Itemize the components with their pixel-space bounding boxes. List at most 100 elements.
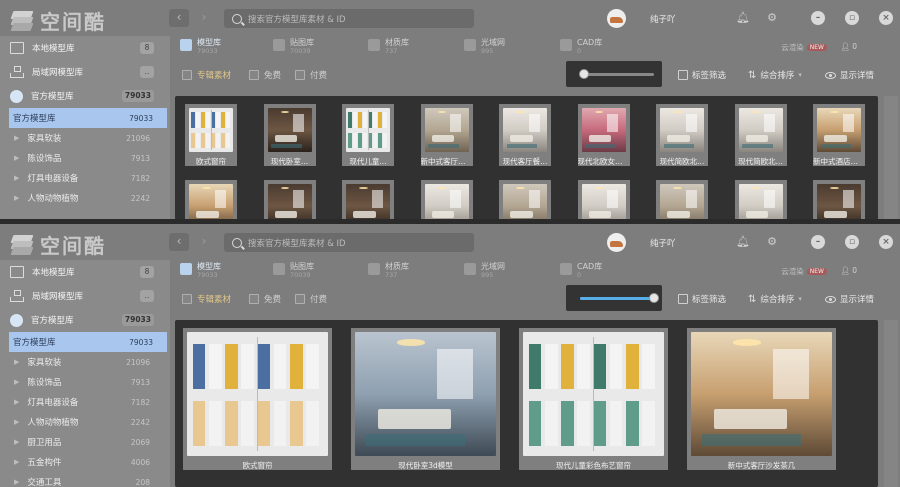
filter-album[interactable]: 专辑素材 — [182, 69, 231, 81]
cloud-render-button[interactable]: 云渲染 NEW — [781, 42, 827, 53]
gear-icon[interactable]: ⚙ — [766, 12, 778, 24]
model-card[interactable]: 现代儿童彩色布艺窗帘 — [519, 328, 668, 470]
tab-textures[interactable]: 贴图库 70039 — [273, 38, 314, 55]
sidebar-item-lan[interactable]: 局域网模型库 .. — [0, 60, 170, 84]
minimize-icon[interactable]: – — [811, 11, 825, 25]
model-card[interactable]: 现代卧室... — [263, 104, 316, 166]
forward-button[interactable]: › — [194, 9, 214, 27]
sidebar-item-category[interactable]: ▶ 交通工具 208 — [0, 472, 170, 487]
thumbnail-size-slider[interactable] — [566, 285, 662, 311]
sidebar-item-category[interactable]: ▶ 陈设饰品 7913 — [0, 372, 170, 392]
sidebar-item-official-all[interactable]: 官方模型库 79033 — [9, 108, 167, 128]
filter-album[interactable]: 专辑素材 — [182, 293, 231, 305]
show-details-toggle[interactable]: 显示详情 — [825, 69, 874, 81]
model-card[interactable]: 现代客厅餐... — [499, 104, 551, 166]
search-box[interactable]: 搜索官方模型库素材 & ID — [224, 233, 474, 252]
model-card[interactable]: 现代简欧北... — [734, 104, 787, 166]
scrollbar[interactable] — [884, 320, 898, 487]
maximize-icon[interactable]: ▫ — [845, 11, 859, 25]
sidebar-item-category[interactable]: ▶ 人物动物植物 2242 — [0, 188, 170, 208]
show-details-toggle[interactable]: 显示详情 — [825, 293, 874, 305]
model-card[interactable] — [342, 180, 394, 220]
avatar[interactable] — [607, 233, 626, 252]
model-card[interactable]: 现代北欧女儿... — [577, 104, 630, 166]
sidebar-item-local[interactable]: 本地模型库 8 — [0, 260, 170, 284]
sidebar-item-lan[interactable]: 局域网模型库 .. — [0, 284, 170, 308]
sidebar-item-category[interactable]: ▶ 家具软装 21096 — [0, 352, 170, 372]
sidebar-item-category[interactable]: ▶ 五金构件 4006 — [0, 452, 170, 472]
tab-materials[interactable]: 材质库 737 — [368, 38, 409, 55]
sidebar-item-category[interactable]: ▶ 灯具电器设备 7182 — [0, 168, 170, 188]
model-card[interactable]: 现代儿童... — [342, 104, 394, 166]
tab-cad[interactable]: CAD库 0 — [560, 262, 602, 279]
model-card[interactable] — [263, 180, 316, 220]
back-button[interactable]: ‹ — [169, 9, 189, 27]
tag-filter-button[interactable]: 标签筛选 — [678, 293, 726, 305]
checkbox[interactable] — [249, 70, 259, 80]
model-card[interactable] — [499, 180, 551, 220]
user-count[interactable]: 👤︎ 0 — [840, 266, 857, 275]
model-card[interactable]: 现代卧室3d模型 — [351, 328, 500, 470]
back-button[interactable]: ‹ — [169, 233, 189, 251]
slider-handle[interactable] — [578, 69, 589, 79]
scrollbar[interactable] — [884, 96, 898, 220]
username[interactable]: 纯子吖 — [650, 13, 676, 25]
checkbox[interactable] — [182, 70, 192, 80]
model-card[interactable]: 现代简欧北... — [656, 104, 708, 166]
tab-materials[interactable]: 材质库 737 — [368, 262, 409, 279]
cloud-render-button[interactable]: 云渲染 NEW — [781, 266, 827, 277]
model-card[interactable]: 新中式客厅沙... — [420, 104, 473, 166]
thumbnail-size-slider[interactable] — [566, 61, 662, 87]
model-card[interactable]: 新中式客厅沙发茶几 — [687, 328, 836, 470]
checkbox[interactable] — [249, 294, 259, 304]
model-card[interactable] — [656, 180, 708, 220]
sidebar-item-category[interactable]: ▶ 家具软装 21096 — [0, 128, 170, 148]
sidebar-item-official-all[interactable]: 官方模型库 79033 — [9, 332, 167, 352]
checkbox[interactable] — [295, 294, 305, 304]
caret-right-icon: ▶ — [14, 134, 20, 142]
checkbox[interactable] — [295, 70, 305, 80]
sidebar-item-category[interactable]: ▶ 陈设饰品 7913 — [0, 148, 170, 168]
sidebar-item-official[interactable]: 官方模型库 79033 — [0, 84, 170, 108]
model-card[interactable]: 欧式窗帘 — [185, 104, 237, 166]
model-card[interactable] — [577, 180, 630, 220]
filter-paid[interactable]: 付费 — [295, 293, 327, 305]
maximize-icon[interactable]: ▫ — [845, 235, 859, 249]
model-card[interactable] — [813, 180, 865, 220]
tag-filter-button[interactable]: 标签筛选 — [678, 69, 726, 81]
bell-icon[interactable]: 🔔︎ — [736, 236, 750, 248]
user-count[interactable]: 👤︎ 0 — [840, 42, 857, 51]
close-icon[interactable]: × — [879, 235, 893, 249]
model-card[interactable] — [185, 180, 237, 220]
tab-ies[interactable]: 光域网 995 — [464, 262, 505, 279]
slider-handle[interactable] — [649, 293, 659, 303]
gear-icon[interactable]: ⚙ — [766, 236, 778, 248]
filter-paid[interactable]: 付费 — [295, 69, 327, 81]
model-card[interactable] — [734, 180, 787, 220]
sidebar-item-official[interactable]: 官方模型库 79033 — [0, 308, 170, 332]
search-box[interactable]: 搜索官方模型库素材 & ID — [224, 9, 474, 28]
tab-textures[interactable]: 贴图库 70039 — [273, 262, 314, 279]
close-icon[interactable]: × — [879, 11, 893, 25]
filter-free[interactable]: 免费 — [249, 293, 281, 305]
sidebar-item-local[interactable]: 本地模型库 8 — [0, 36, 170, 60]
tab-models[interactable]: 模型库 79033 — [180, 262, 221, 279]
model-card[interactable] — [420, 180, 473, 220]
checkbox[interactable] — [182, 294, 192, 304]
username[interactable]: 纯子吖 — [650, 237, 676, 249]
filter-free[interactable]: 免费 — [249, 69, 281, 81]
bell-icon[interactable]: 🔔︎ — [736, 12, 750, 24]
tab-cad[interactable]: CAD库 0 — [560, 38, 602, 55]
avatar[interactable] — [607, 9, 626, 28]
minimize-icon[interactable]: – — [811, 235, 825, 249]
forward-button[interactable]: › — [194, 233, 214, 251]
sidebar-item-category[interactable]: ▶ 人物动物植物 2242 — [0, 412, 170, 432]
tab-models[interactable]: 模型库 79033 — [180, 38, 221, 55]
sort-dropdown[interactable]: ⇅ 综合排序 ▾ — [748, 293, 802, 306]
sidebar-item-category[interactable]: ▶ 厨卫用品 2069 — [0, 432, 170, 452]
model-card[interactable]: 新中式酒店客房 — [813, 104, 865, 166]
tab-ies[interactable]: 光域网 995 — [464, 38, 505, 55]
sidebar-item-category[interactable]: ▶ 灯具电器设备 7182 — [0, 392, 170, 412]
sort-dropdown[interactable]: ⇅ 综合排序 ▾ — [748, 69, 802, 82]
model-card[interactable]: 欧式窗帘 — [183, 328, 332, 470]
